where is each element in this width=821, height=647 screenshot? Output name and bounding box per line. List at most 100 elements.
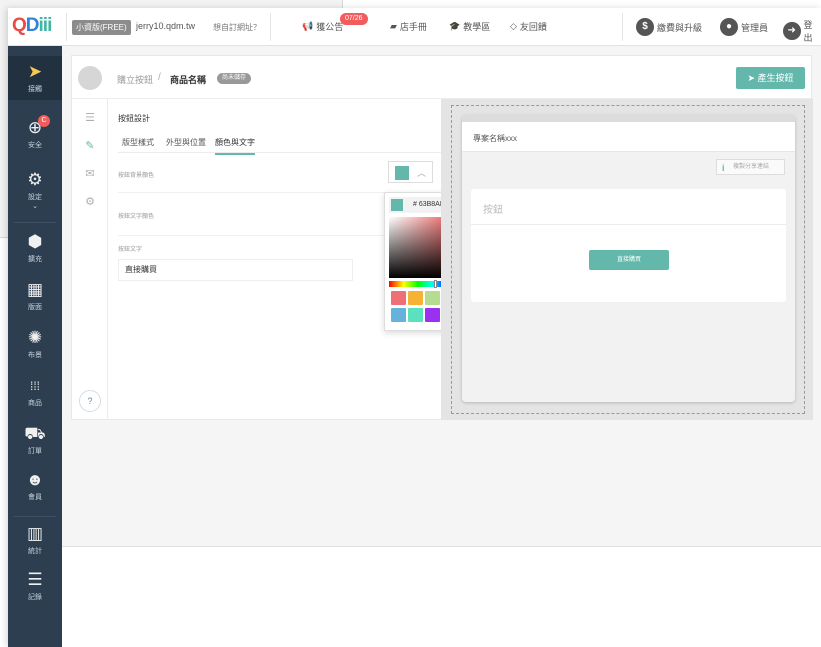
chevron-up-icon: ︿ [417, 168, 427, 178]
breadcrumb-parent[interactable]: 購立按鈕 [117, 73, 153, 86]
sidebar-item-label: 會員 [28, 494, 42, 501]
sidebar-item-label: 設定 [28, 194, 42, 201]
grid-icon: ▦ [26, 280, 44, 299]
diamond-icon: ◇ [510, 21, 517, 31]
chat-icon[interactable]: ✉ [72, 167, 108, 180]
app-window: QDiii 小資版(FREE) jerry10.qdm.tw 想自訂網址？ 📢 … [8, 8, 821, 647]
billing-button[interactable]: $ 繳費與升級 [636, 18, 702, 36]
sidebar-item-layout[interactable]: ▦ 版面 [8, 280, 62, 312]
user-icon: ☻ [26, 470, 44, 489]
lower-area [62, 546, 821, 647]
sidebar-item-label: 訂單 [28, 448, 42, 455]
phone-header: 專案名稱xxx [462, 122, 795, 152]
custom-domain-link[interactable]: 想自訂網址？ [213, 22, 261, 33]
tab-shape[interactable]: 外型與位置 [166, 137, 206, 153]
preview-card-label: 按鈕 [483, 205, 503, 216]
divider [66, 13, 67, 41]
list-icon: ☰ [27, 570, 43, 589]
sidebar-badge: C [38, 115, 50, 127]
nav-announcements[interactable]: 📢 獲公告 [302, 20, 343, 33]
sidebar-item-label: 統計 [28, 548, 42, 555]
nav-handbook[interactable]: ▰ 店手冊 [390, 20, 427, 33]
sidebar-item-settings[interactable]: ⚙ 設定 ⌄ [8, 170, 62, 210]
palette-icon: ✺ [27, 328, 43, 347]
divider [118, 152, 441, 153]
sidebar-item-security[interactable]: ⊕ C 安全 [8, 115, 62, 150]
megaphone-icon: 📢 [302, 21, 314, 31]
preset-color-swatch[interactable] [425, 291, 440, 305]
paper-plane-icon: ➤ [27, 62, 43, 81]
user-icon: ● [720, 18, 738, 36]
divider [270, 13, 271, 41]
sidebar-item-extensions[interactable]: ⬢ 擴充 [8, 232, 62, 264]
store-domain[interactable]: jerry10.qdm.tw [136, 21, 195, 31]
preset-color-swatch[interactable] [408, 308, 423, 322]
sidebar-item-stats[interactable]: ▥ 統計 [8, 524, 62, 556]
hex-value: # 63B8AB [413, 201, 445, 208]
button-text-label: 按鈕文字 [118, 247, 143, 253]
bg-color-select[interactable]: ︿ [388, 161, 433, 183]
button-text-input[interactable]: 直接購買 [118, 259, 353, 281]
share-label: 複製分享連結 [733, 164, 770, 170]
sidebar-divider [14, 222, 56, 223]
preset-color-swatch[interactable] [391, 291, 406, 305]
divider [471, 224, 786, 225]
buy-now-button[interactable]: 直接購買 [589, 250, 669, 270]
chevron-down-icon: ⌄ [32, 203, 38, 210]
preview-panel: 專案名稱xxx i 複製分享連結 按鈕 直接購買 [441, 99, 813, 420]
preset-color-swatch[interactable] [391, 308, 406, 322]
truck-icon: ⛟ [24, 424, 46, 443]
gear-icon: ⚙ [27, 170, 43, 189]
generate-button[interactable]: ➤ 產生按鈕 [736, 67, 805, 89]
preview-frame: 專案名稱xxx i 複製分享連結 按鈕 直接購買 [451, 105, 805, 414]
sidebar-item-products[interactable]: ⁞⁞⁞ 商品 [8, 376, 62, 408]
cube-icon: ⬢ [27, 232, 43, 251]
help-button[interactable]: ? [79, 390, 101, 412]
hue-slider-thumb[interactable] [434, 280, 437, 288]
phone-top-bar [462, 115, 795, 122]
preset-color-swatch[interactable] [408, 291, 423, 305]
book-icon: ▰ [390, 21, 397, 31]
section-title: 按鈕設計 [118, 114, 150, 123]
sidebar-item-logs[interactable]: ☰ 記錄 [8, 570, 62, 602]
sidebar-item-contact[interactable]: ➤ 接觸 [8, 56, 62, 100]
divider [622, 13, 623, 41]
logout-label: 登出 [803, 20, 813, 43]
preview-card: 按鈕 直接購買 [471, 189, 786, 302]
current-color-swatch [391, 199, 403, 211]
nav-label: 店手冊 [399, 22, 427, 32]
settings-panel: 按鈕設計 版型樣式 外型與位置 顏色與文字 按鈕背景顏色 ︿ 按鈕文字顏色 按鈕… [108, 99, 479, 420]
nav-feedback[interactable]: ◇ 友回饋 [510, 20, 547, 33]
main-content: 購立按鈕 / 商品名稱 尚未儲存 ➤ 產生按鈕 ☰ ✎ ✉ ⚙ ? 按鈕設計 版… [62, 46, 821, 647]
sliders-icon[interactable]: ☰ [72, 111, 108, 124]
color-swatch [395, 166, 409, 180]
sidebar-item-members[interactable]: ☻ 會員 [8, 470, 62, 502]
editor-header: 購立按鈕 / 商品名稱 尚未儲存 ➤ 產生按鈕 [72, 56, 813, 99]
sidebar-item-label: 版面 [28, 304, 42, 311]
preview-page-title: 專案名稱xxx [473, 134, 517, 143]
logo[interactable]: QDiii [12, 15, 52, 37]
sidebar-item-label: 布景 [28, 352, 42, 359]
nav-label: 教學區 [463, 22, 491, 32]
apps-icon: ⁞⁞⁞ [29, 379, 40, 393]
logout-button[interactable]: ➜ 登出 [783, 18, 821, 44]
preset-color-swatch[interactable] [425, 308, 440, 322]
logo-q: Q [12, 15, 27, 36]
breadcrumb-separator: / [158, 72, 161, 83]
gear-icon[interactable]: ⚙ [72, 195, 108, 208]
logout-icon: ➜ [783, 22, 801, 40]
brush-icon[interactable]: ✎ [72, 139, 108, 152]
editor-card: 購立按鈕 / 商品名稱 尚未儲存 ➤ 產生按鈕 ☰ ✎ ✉ ⚙ ? 按鈕設計 版… [71, 55, 813, 420]
status-badge: 尚未儲存 [217, 73, 252, 84]
sidebar-item-label: 記錄 [28, 594, 42, 601]
sidebar-item-theme[interactable]: ✺ 布景 [8, 328, 62, 360]
dollar-icon: $ [636, 18, 654, 36]
admin-button[interactable]: ● 管理員 [720, 18, 768, 36]
share-link-button[interactable]: i 複製分享連結 [716, 159, 785, 175]
billing-label: 繳費與升級 [657, 22, 703, 33]
nav-tutorials[interactable]: 🎓 教學區 [449, 20, 490, 33]
sidebar-item-orders[interactable]: ⛟ 訂單 [8, 424, 62, 456]
plan-badge[interactable]: 小資版(FREE) [72, 20, 131, 35]
tab-style[interactable]: 版型樣式 [122, 137, 154, 153]
notice-badge: 07/26 [340, 13, 368, 25]
